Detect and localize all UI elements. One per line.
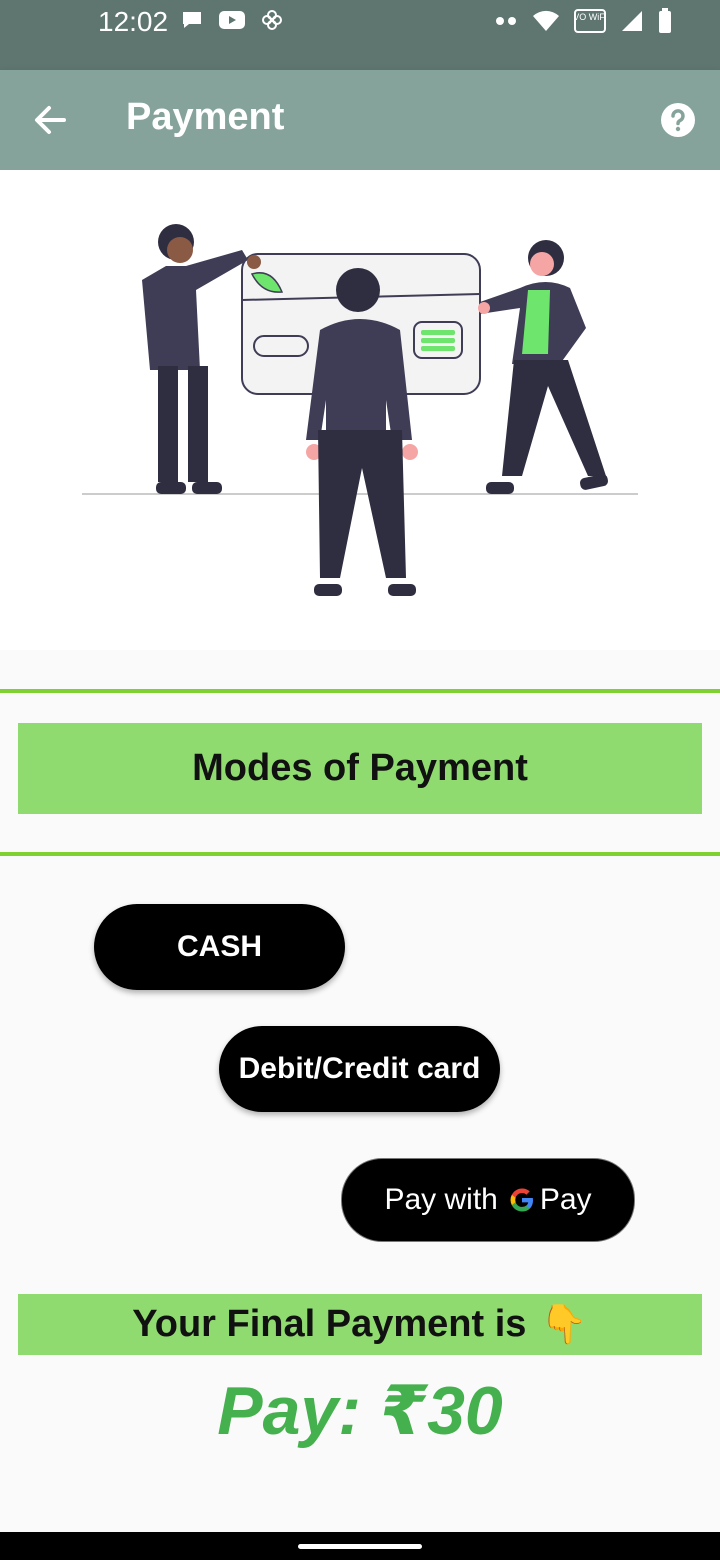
battery-icon: [659, 8, 671, 33]
page-title: Payment: [126, 96, 285, 138]
status-bar: 12:02 VO WiFi: [0, 0, 720, 70]
google-pay-button[interactable]: Pay with Pay: [341, 1158, 635, 1242]
help-circle-icon: [661, 103, 695, 137]
arrow-left-icon: [35, 106, 66, 134]
divider-bottom: [0, 852, 720, 856]
signal-icon: [622, 11, 642, 31]
navigation-bar: [0, 1532, 720, 1560]
status-right-icons: VO WiFi: [494, 8, 672, 34]
vowifi-icon: VO WiFi: [574, 9, 606, 33]
status-time: 12:02: [98, 6, 169, 37]
help-button[interactable]: [660, 102, 696, 138]
wifi-icon: [533, 10, 559, 31]
cash-button[interactable]: CASH: [94, 904, 345, 990]
final-payment-label: Your Final Payment is: [132, 1303, 527, 1345]
back-button[interactable]: [28, 98, 72, 142]
modes-header: Modes of Payment: [18, 723, 702, 814]
app-bar: Payment: [0, 70, 720, 170]
illustration-area: [0, 170, 720, 650]
divider-top: [0, 689, 720, 693]
status-left-icons: [180, 8, 284, 32]
chat-bubble-icon: [183, 12, 201, 28]
google-g-icon: [510, 1188, 533, 1212]
pay-amount: Pay: ₹30: [217, 1373, 503, 1449]
card-button[interactable]: Debit/Credit card: [219, 1026, 500, 1112]
pointing-down-emoji: 👇: [540, 1303, 588, 1346]
final-payment-banner: Your Final Payment is 👇: [18, 1294, 702, 1355]
home-indicator[interactable]: [298, 1544, 422, 1549]
gpay-prefix: Pay with: [384, 1183, 498, 1216]
people-with-credit-card-illustration: [82, 224, 638, 596]
more-dots-icon: [496, 17, 516, 25]
svg-text:VO WiFi: VO WiFi: [574, 12, 606, 22]
gpay-brand: Pay: [539, 1183, 592, 1216]
pinwheel-icon: [262, 10, 282, 30]
youtube-icon: [219, 11, 245, 29]
gpay-logo: Pay: [508, 1183, 592, 1217]
